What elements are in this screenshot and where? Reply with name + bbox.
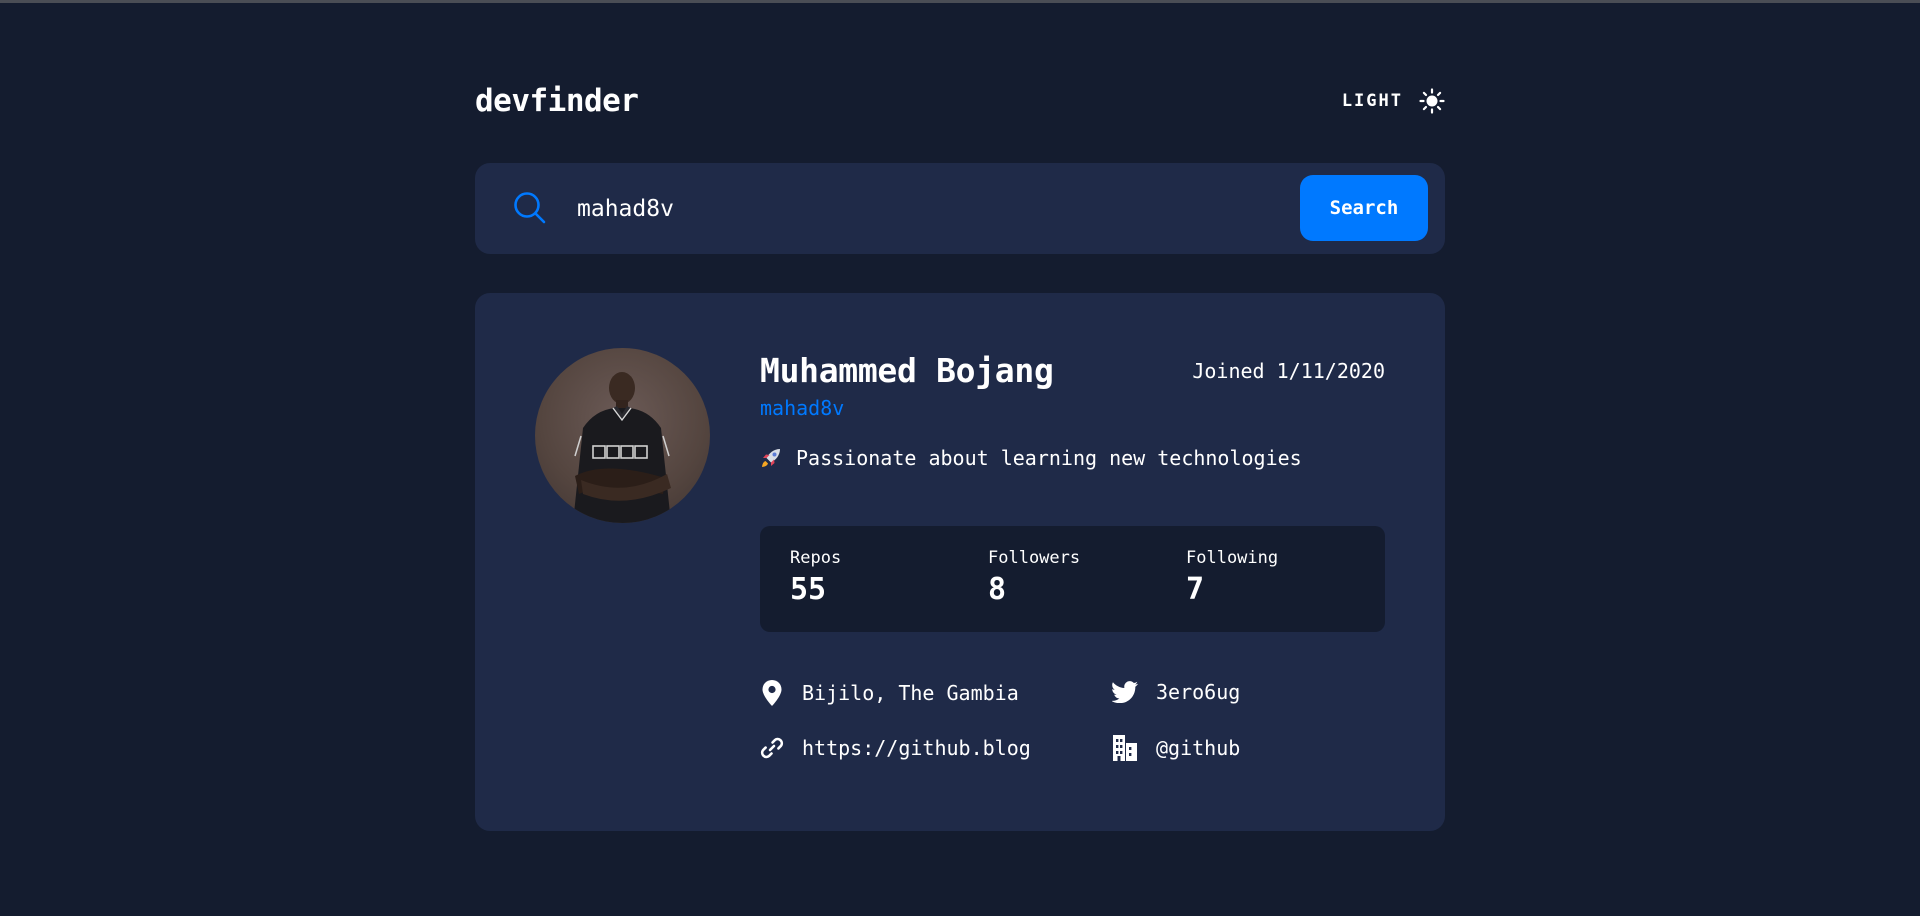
stat-repos: Repos 55 <box>790 548 841 607</box>
sun-icon <box>1419 88 1445 114</box>
window-top-border <box>0 0 1920 3</box>
company-item: @github <box>1112 735 1240 761</box>
stat-label: Followers <box>988 548 1081 568</box>
location-item: Bijilo, The Gambia <box>760 680 1019 706</box>
search-button[interactable]: Search <box>1300 175 1428 241</box>
search-icon <box>514 192 546 224</box>
search-bar: Search <box>475 163 1445 254</box>
blog-link-text: https://github.blog <box>802 736 1030 760</box>
profile-card: Muhammed Bojang Joined 1/11/2020 mahad8v… <box>475 293 1445 831</box>
building-icon <box>1113 735 1137 761</box>
twitter-icon <box>1112 681 1138 703</box>
stat-value: 55 <box>790 572 827 607</box>
location-text: Bijilo, The Gambia <box>802 681 1019 705</box>
blog-item[interactable]: https://github.blog <box>760 735 1030 761</box>
stat-followers: Followers 8 <box>988 548 1080 607</box>
search-input[interactable] <box>575 189 1175 229</box>
stat-value: 8 <box>988 572 1007 607</box>
app-header: devfinder LIGHT <box>475 80 1445 122</box>
twitter-item[interactable]: 3ero6ug <box>1112 680 1240 704</box>
stats-panel: Repos 55 Followers 8 Following 7 <box>760 526 1385 632</box>
profile-bio: Passionate about learning new technologi… <box>760 446 1302 470</box>
link-icon <box>760 737 784 759</box>
stat-label: Repos <box>790 548 842 568</box>
profile-username-link[interactable]: mahad8v <box>760 396 844 420</box>
company-text: @github <box>1156 736 1241 760</box>
twitter-text: 3ero6ug <box>1156 680 1241 704</box>
stat-following: Following 7 <box>1186 548 1278 607</box>
avatar-image <box>573 372 671 523</box>
app-logo: devfinder <box>475 83 639 119</box>
profile-name: Muhammed Bojang <box>760 351 1054 390</box>
bio-text: Passionate about learning new technologi… <box>796 446 1302 470</box>
stat-label: Following <box>1186 548 1279 568</box>
joined-date: Joined 1/11/2020 <box>1192 359 1385 383</box>
rocket-icon <box>762 449 780 467</box>
location-pin-icon <box>762 680 782 706</box>
theme-toggle-button[interactable]: LIGHT <box>1342 88 1445 114</box>
theme-toggle-label: LIGHT <box>1341 91 1403 111</box>
avatar <box>535 348 710 523</box>
stat-value: 7 <box>1186 572 1205 607</box>
